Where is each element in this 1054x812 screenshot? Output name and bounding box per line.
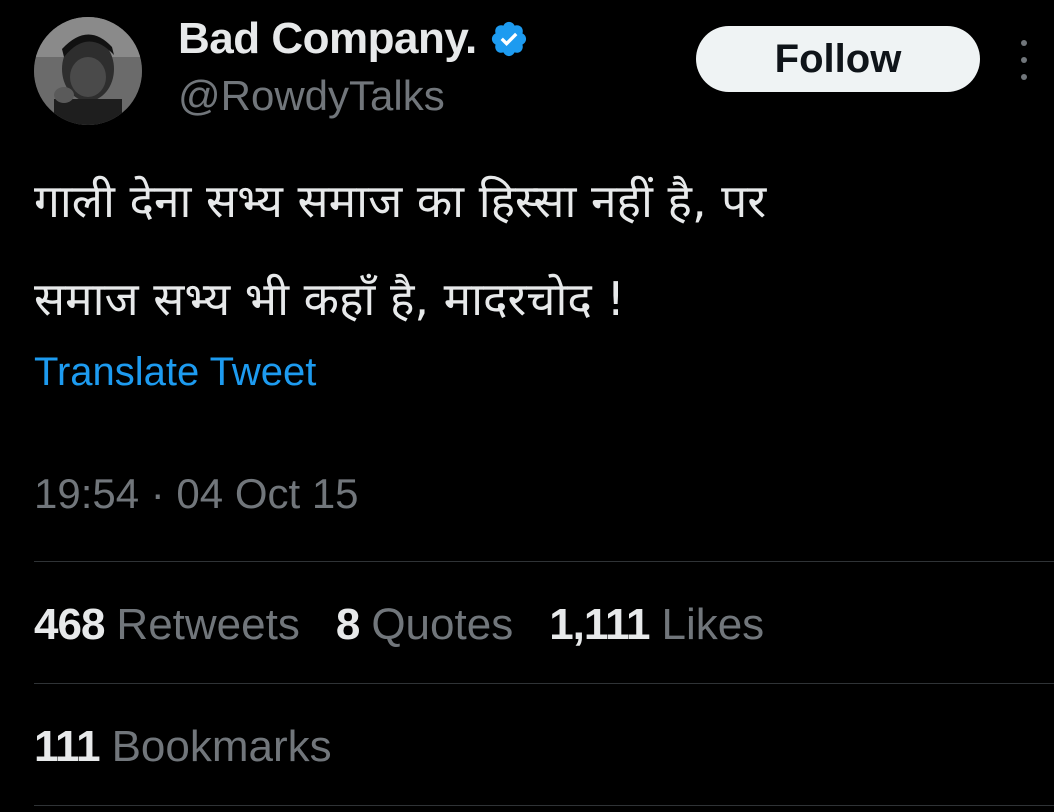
retweets-count: 468 xyxy=(34,600,105,649)
tweet-text-line: गाली देना सभ्य समाज का हिस्सा नहीं है, प… xyxy=(34,174,767,228)
author-name-row: Bad Company. xyxy=(178,12,529,66)
more-vertical-icon[interactable] xyxy=(1012,40,1036,80)
likes-count: 1,111 xyxy=(549,600,650,649)
avatar-photo xyxy=(34,17,142,125)
bookmarks-stat[interactable]: 111 Bookmarks xyxy=(34,722,332,772)
likes-stat[interactable]: 1,111 Likes xyxy=(549,600,764,650)
retweets-stat[interactable]: 468 Retweets xyxy=(34,600,300,650)
tweet-timestamp[interactable]: 19:54 · 04 Oct 15 xyxy=(34,470,359,518)
divider xyxy=(34,805,1054,806)
avatar[interactable] xyxy=(34,17,142,125)
likes-label: Likes xyxy=(661,600,765,649)
author-display-name[interactable]: Bad Company. xyxy=(178,14,477,64)
bookmarks-label: Bookmarks xyxy=(111,722,332,771)
retweets-label: Retweets xyxy=(116,600,300,649)
quotes-count: 8 xyxy=(335,600,361,649)
follow-button[interactable]: Follow xyxy=(696,26,980,92)
quotes-stat[interactable]: 8 Quotes xyxy=(336,600,513,650)
divider xyxy=(34,683,1054,684)
tweet-detail: Bad Company. @RowdyTalks Follow गाली देन… xyxy=(0,0,1054,812)
tweet-text: गाली देना सभ्य समाज का हिस्सा नहीं है, प… xyxy=(34,152,1024,348)
engagement-stats: 468 Retweets 8 Quotes 1,111 Likes xyxy=(34,600,800,650)
verified-badge-icon xyxy=(489,19,529,59)
tweet-text-line: समाज सभ्य भी कहाँ है, मादरचोद ! xyxy=(34,272,625,326)
divider xyxy=(34,561,1054,562)
quotes-label: Quotes xyxy=(371,600,514,649)
translate-tweet-link[interactable]: Translate Tweet xyxy=(34,350,316,395)
author-handle[interactable]: @RowdyTalks xyxy=(178,72,445,120)
bookmarks-stat-row: 111 Bookmarks xyxy=(34,722,368,772)
bookmarks-count: 111 xyxy=(34,722,101,771)
